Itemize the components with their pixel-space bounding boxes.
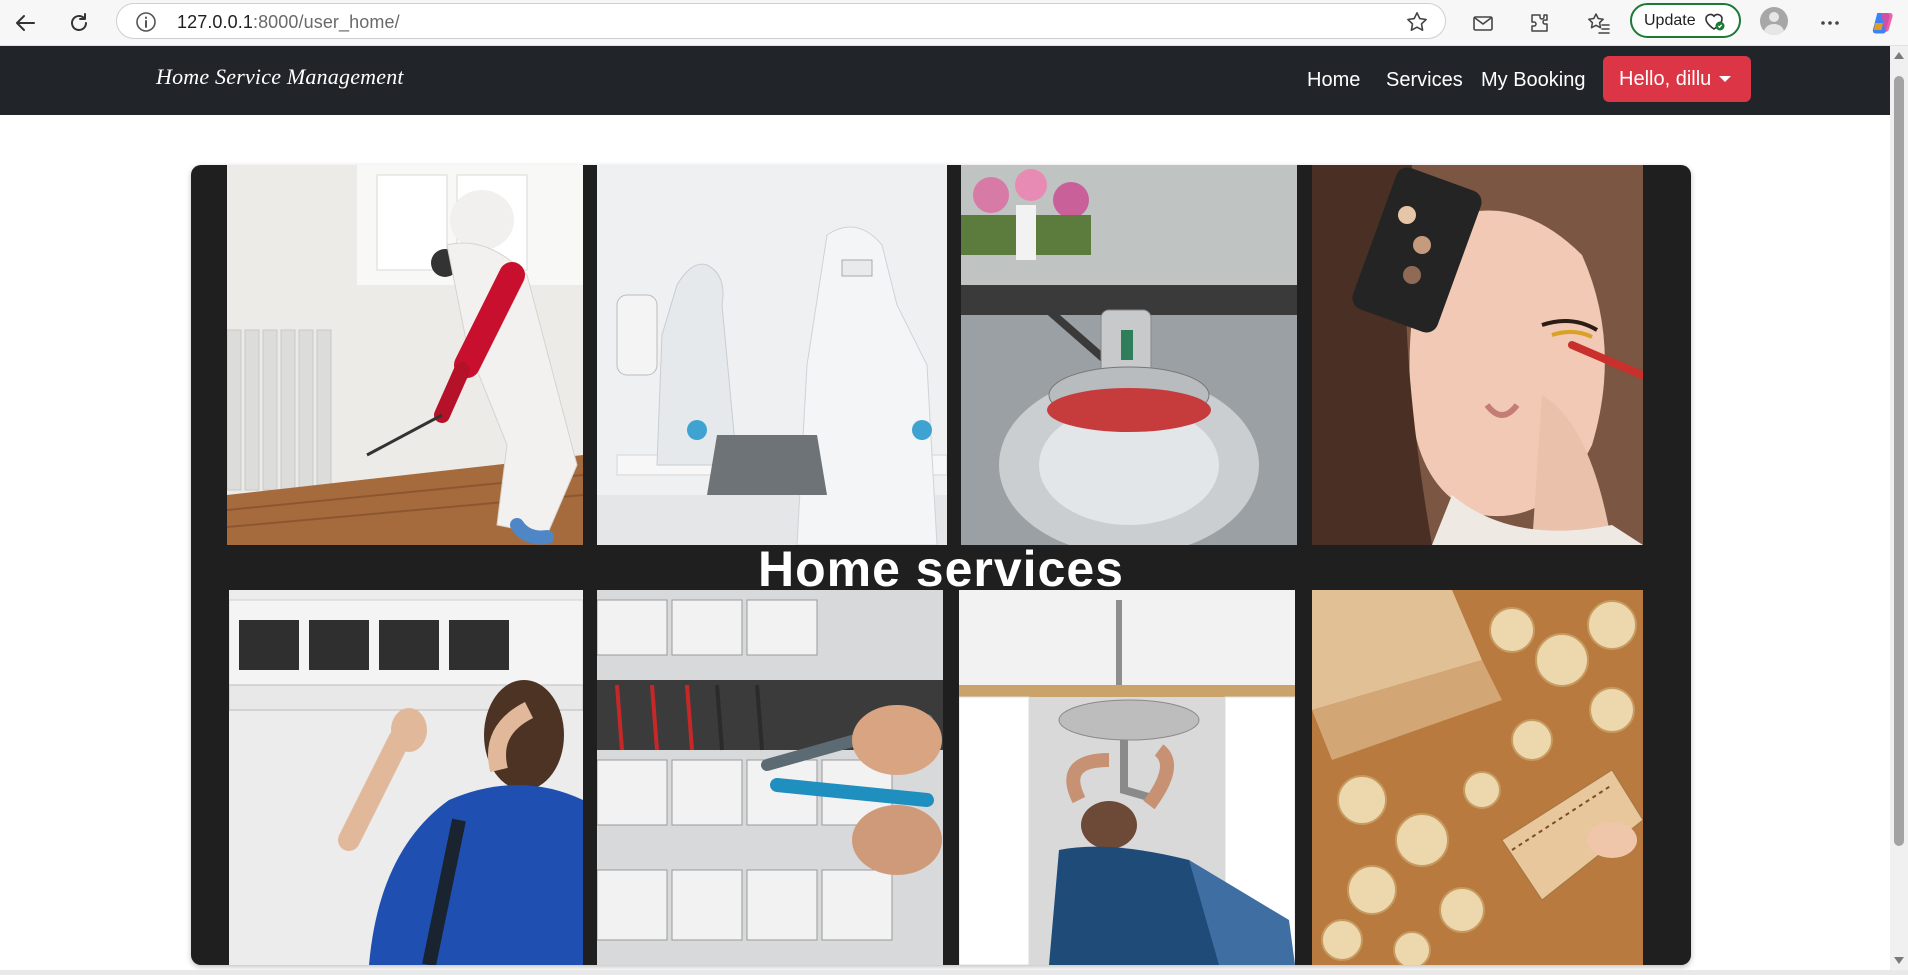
update-button[interactable]: Update [1630, 3, 1741, 38]
browser-toolbar: 127.0.0.1:8000/user_home/ Update [0, 0, 1908, 46]
nav-home-link[interactable]: Home [1307, 69, 1360, 92]
reload-button[interactable] [62, 6, 96, 40]
user-dropdown-button[interactable]: Hello, dillu [1603, 56, 1751, 102]
plumbing-image [959, 590, 1295, 965]
address-bar[interactable]: 127.0.0.1:8000/user_home/ [116, 3, 1446, 39]
ac-repair-image [229, 590, 583, 965]
more-menu-icon[interactable] [1815, 8, 1845, 38]
reload-icon [71, 13, 87, 31]
nav-my-booking-link[interactable]: My Booking [1481, 69, 1586, 92]
pest-control-image [227, 165, 583, 545]
back-button[interactable] [8, 6, 42, 40]
page-scrollbar[interactable] [1890, 46, 1908, 970]
site-navbar: Home Service Management Home Services My… [0, 46, 1890, 115]
url-text[interactable]: 127.0.0.1:8000/user_home/ [177, 12, 400, 33]
scroll-up-arrow-icon[interactable] [1894, 52, 1904, 59]
update-heart-icon [1704, 13, 1725, 30]
update-label: Update [1644, 11, 1696, 29]
scroll-down-arrow-icon[interactable] [1894, 957, 1904, 964]
hero-title: Home services [757, 541, 1124, 597]
dropdown-caret-icon [1719, 76, 1731, 82]
url-host: 127.0.0.1 [177, 12, 253, 32]
copilot-icon[interactable] [1868, 8, 1898, 38]
nav-services-link[interactable]: Services [1386, 69, 1463, 92]
extensions-puzzle-icon[interactable] [1524, 8, 1554, 38]
floor-scrubbing-image [961, 165, 1297, 545]
makeup-image [1312, 165, 1643, 545]
carpentry-image [1312, 590, 1643, 965]
hero-collage: Home services [191, 165, 1691, 965]
electrical-repair-image [597, 590, 943, 965]
favorites-list-icon[interactable] [1584, 8, 1614, 38]
site-info-icon[interactable] [135, 11, 157, 38]
mail-icon[interactable] [1468, 8, 1498, 38]
back-arrow-icon [16, 15, 35, 31]
url-path: :8000/user_home/ [252, 12, 400, 32]
favorite-star-icon[interactable] [1405, 10, 1429, 39]
scroll-thumb[interactable] [1894, 76, 1904, 846]
window-bottom-edge [0, 970, 1908, 975]
profile-avatar[interactable] [1760, 7, 1788, 35]
site-brand[interactable]: Home Service Management [156, 64, 404, 90]
user-greeting-label: Hello, dillu [1619, 67, 1712, 90]
disinfection-image [597, 165, 947, 545]
